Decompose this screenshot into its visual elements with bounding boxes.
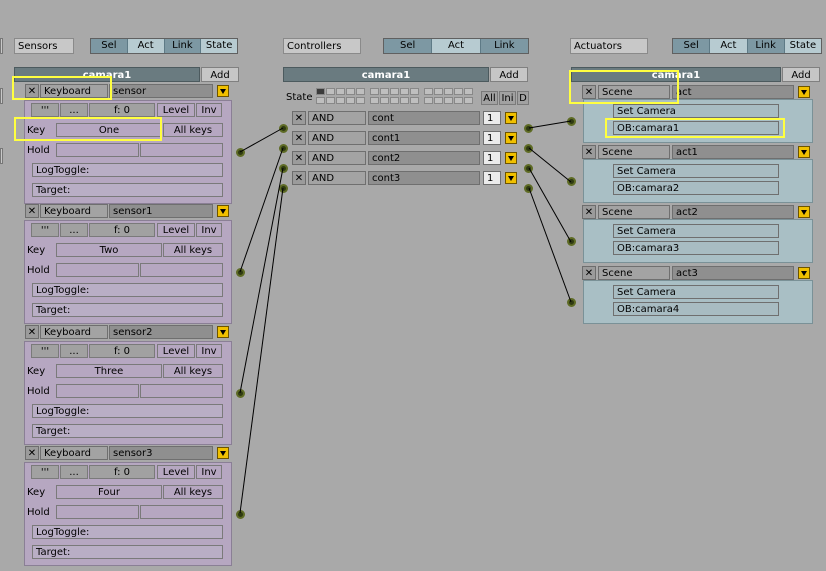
highlight-actuator-target — [605, 118, 785, 138]
highlight-key — [14, 117, 162, 141]
highlight-sensor-type — [12, 76, 112, 100]
logic-links — [239, 120, 572, 514]
highlight-actuator-header — [569, 70, 679, 104]
